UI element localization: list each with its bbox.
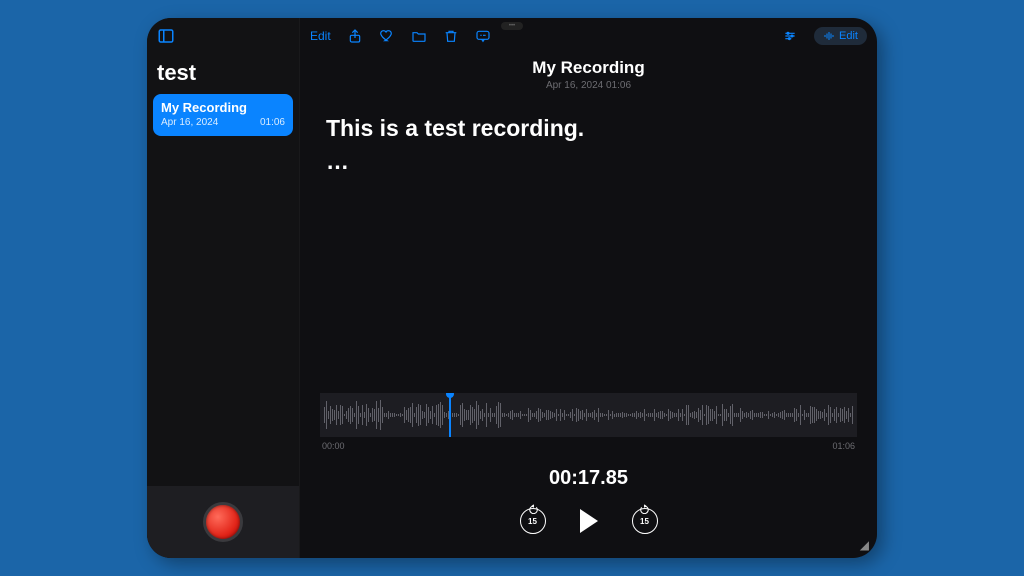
share-icon[interactable] [347, 28, 363, 44]
skip-forward-button[interactable]: 15 [632, 508, 658, 534]
app-window: test My Recording Apr 16, 2024 01:06 Edi… [147, 18, 877, 558]
trash-icon[interactable] [443, 28, 459, 44]
edit-left-button[interactable]: Edit [310, 29, 331, 43]
waveform-time-row: 00:00 01:06 [320, 441, 857, 451]
transcript-icon[interactable] [475, 28, 491, 44]
main-toolbar: Edit Edit [300, 18, 877, 54]
recording-title: My Recording [300, 58, 877, 78]
recording-header: My Recording Apr 16, 2024 01:06 [300, 58, 877, 91]
transcript-area: This is a test recording. … [300, 91, 877, 177]
favorite-icon[interactable] [379, 28, 395, 44]
main-panel: Edit Edit My Recording Apr 16, 2024 01:0… [300, 18, 877, 558]
transcript-ellipsis: … [326, 146, 851, 177]
transcript-line: This is a test recording. [326, 113, 851, 144]
sidebar-title: test [147, 54, 299, 94]
record-button[interactable] [203, 502, 243, 542]
playback-controls: 15 15 [320, 508, 857, 534]
skip-back-amount: 15 [528, 517, 537, 526]
waveform-end-time: 01:06 [832, 441, 855, 451]
skip-back-arrow-icon [528, 504, 538, 514]
resize-handle-icon[interactable]: ◢ [860, 538, 869, 552]
waveform-start-time: 00:00 [322, 441, 345, 451]
skip-back-button[interactable]: 15 [520, 508, 546, 534]
current-time: 00:17.85 [320, 467, 857, 490]
sidebar-toggle-icon[interactable] [157, 27, 175, 45]
folder-icon[interactable] [411, 28, 427, 44]
waveform-icon [823, 30, 835, 42]
skip-forward-arrow-icon [640, 504, 650, 514]
waveform[interactable] [320, 393, 857, 437]
play-button[interactable] [580, 509, 598, 533]
recording-item-duration: 01:06 [260, 117, 285, 128]
recording-item-title: My Recording [161, 100, 285, 115]
skip-forward-amount: 15 [640, 517, 649, 526]
recording-subtitle: Apr 16, 2024 01:06 [300, 80, 877, 91]
record-area [147, 486, 299, 558]
sidebar-toolbar [147, 18, 299, 54]
edit-right-button[interactable]: Edit [814, 27, 867, 45]
options-icon[interactable] [782, 28, 798, 44]
waveform-area: 00:00 01:06 00:17.85 15 15 [300, 393, 877, 558]
edit-right-label: Edit [839, 30, 858, 42]
sidebar: test My Recording Apr 16, 2024 01:06 [147, 18, 300, 558]
playhead[interactable] [449, 393, 451, 437]
recording-list-item[interactable]: My Recording Apr 16, 2024 01:06 [153, 94, 293, 136]
